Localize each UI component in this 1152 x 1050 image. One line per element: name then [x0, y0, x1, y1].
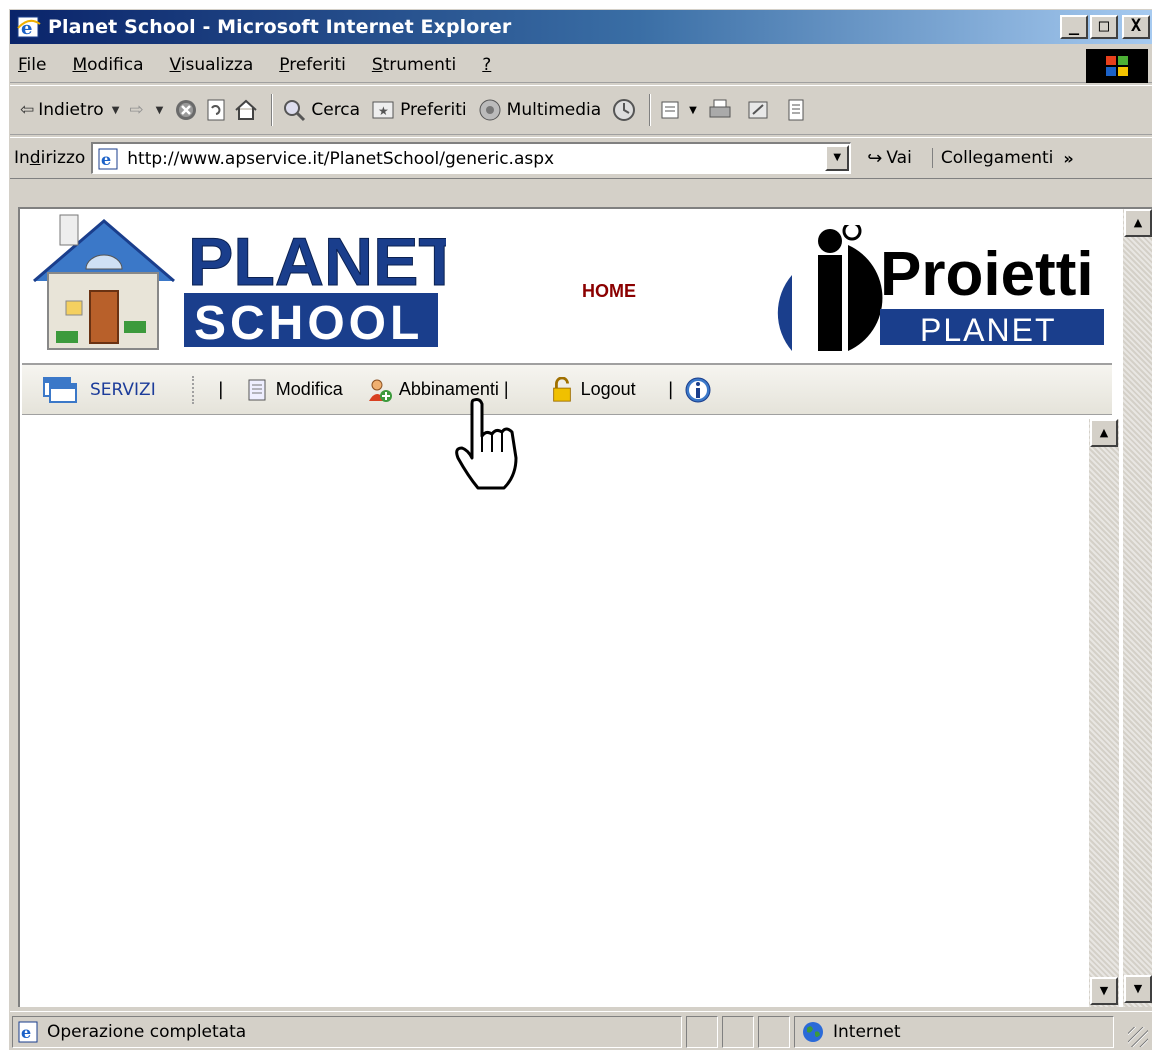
history-icon[interactable] — [611, 97, 637, 123]
status-cell — [758, 1015, 790, 1048]
back-button[interactable]: ⇦ Indietro ▼ — [20, 100, 119, 120]
svg-text:e: e — [101, 150, 111, 169]
back-arrow-icon: ⇦ — [20, 100, 35, 120]
proietti-planet-logo[interactable]: Proietti PLANET — [762, 225, 1112, 355]
go-button[interactable]: ↪ Vai — [867, 148, 912, 169]
planet-school-logo[interactable]: PLANET SCHOOL — [26, 211, 446, 361]
menu-modifica[interactable]: Modifica — [72, 55, 143, 75]
home-link[interactable]: HOME — [582, 281, 636, 302]
svg-text:Proietti: Proietti — [880, 240, 1094, 309]
stop-icon[interactable] — [173, 97, 199, 123]
page-icon: e — [18, 1021, 38, 1042]
chevron-down-icon[interactable]: ▼ — [689, 105, 697, 116]
security-zone: Internet — [794, 1015, 1114, 1048]
address-label: Indirizzo — [14, 148, 86, 168]
windows-logo-icon — [1086, 49, 1148, 83]
svg-text:PLANET: PLANET — [188, 224, 446, 300]
scroll-up-button[interactable]: ▲ — [1090, 419, 1118, 447]
globe-icon — [803, 1021, 823, 1042]
minimize-button[interactable]: _ — [1060, 15, 1088, 39]
status-cell — [722, 1015, 754, 1048]
url-text: http://www.apservice.it/PlanetSchool/gen… — [127, 148, 555, 169]
nav-separator: | — [667, 379, 674, 400]
document-icon — [248, 379, 266, 400]
refresh-icon[interactable] — [203, 97, 229, 123]
site-nav: SERVIZI | Modifica Abbinamenti | Logout … — [22, 365, 1112, 415]
ie-icon: e — [17, 16, 41, 39]
maximize-button[interactable]: □ — [1090, 15, 1118, 39]
menu-preferiti[interactable]: Preferiti — [279, 55, 346, 75]
browser-window: e Planet School - Microsoft Internet Exp… — [8, 8, 1152, 1050]
logout-link[interactable]: Logout — [549, 376, 636, 403]
media-button[interactable]: Multimedia — [477, 97, 601, 123]
standard-toolbar: ⇦ Indietro ▼ ⇨ ▼ Cerca ★ Preferiti Multi… — [10, 85, 1152, 135]
hand-cursor-icon — [455, 398, 518, 490]
favorites-button[interactable]: ★ Preferiti — [370, 97, 467, 123]
servizi-menu[interactable]: SERVIZI — [42, 376, 156, 404]
outer-scrollbar[interactable]: ▲ ▼ — [1123, 209, 1152, 1007]
menu-file[interactable]: File — [18, 55, 46, 75]
chevron-right-icon[interactable]: » — [1063, 149, 1073, 168]
scroll-down-button[interactable]: ▼ — [1124, 975, 1152, 1003]
discuss-icon[interactable] — [783, 97, 809, 123]
media-icon — [479, 99, 501, 121]
svg-text:SCHOOL: SCHOOL — [194, 297, 423, 350]
address-bar: Indirizzo e http://www.apservice.it/Plan… — [10, 137, 1152, 179]
windows-icon — [43, 376, 77, 403]
modifica-link[interactable]: Modifica — [244, 377, 343, 403]
toolbar-separator — [649, 94, 652, 126]
site-header: PLANET SCHOOL HOME Proietti PLANET — [22, 211, 1112, 365]
forward-arrow-icon: ⇨ — [129, 100, 144, 120]
chevron-down-icon: ▼ — [155, 104, 164, 116]
page-viewport: ▲ ▼ PLANET SCHOOL HOME Proietti PLANET S… — [18, 207, 1152, 1007]
menu-help[interactable]: ? — [482, 55, 491, 75]
status-text-panel: e Operazione completata — [12, 1015, 682, 1048]
close-button[interactable]: X — [1122, 15, 1150, 39]
status-text: Operazione completata — [47, 1021, 247, 1042]
mail-icon[interactable] — [659, 97, 685, 123]
scroll-down-button[interactable]: ▼ — [1090, 977, 1118, 1005]
links-button[interactable]: Collegamenti — [931, 148, 1053, 168]
chevron-down-icon: ▼ — [111, 104, 120, 116]
nav-separator: | — [217, 379, 224, 400]
title-bar: e Planet School - Microsoft Internet Exp… — [10, 10, 1152, 44]
status-cell — [686, 1015, 718, 1048]
toolbar-separator — [271, 94, 274, 126]
search-button[interactable]: Cerca — [281, 97, 360, 123]
menu-visualizza[interactable]: Visualizza — [170, 55, 254, 75]
favorites-icon: ★ — [372, 101, 394, 119]
menu-strumenti[interactable]: Strumenti — [372, 55, 456, 75]
forward-button[interactable]: ⇨ ▼ — [129, 100, 163, 120]
svg-text:e: e — [21, 1023, 31, 1042]
search-icon — [284, 100, 306, 122]
edit-icon[interactable] — [745, 97, 771, 123]
window-controls: _ □ X — [1060, 15, 1150, 39]
inner-scrollbar[interactable]: ▲ ▼ — [1089, 419, 1119, 1007]
window-title: Planet School - Microsoft Internet Explo… — [48, 16, 512, 38]
toolbar-grip — [191, 375, 196, 404]
menu-bar: File Modifica Visualizza Preferiti Strum… — [10, 47, 1152, 83]
page-icon: e — [98, 148, 118, 169]
go-arrow-icon: ↪ — [867, 147, 883, 169]
address-input[interactable]: e http://www.apservice.it/PlanetSchool/g… — [91, 142, 852, 174]
address-dropdown-button[interactable]: ▼ — [825, 145, 850, 171]
status-bar: e Operazione completata Internet — [10, 1011, 1152, 1050]
resize-grip[interactable] — [1128, 1027, 1148, 1047]
add-user-icon — [368, 379, 392, 402]
print-icon[interactable] — [707, 97, 733, 123]
scroll-up-button[interactable]: ▲ — [1124, 209, 1152, 237]
svg-text:PLANET: PLANET — [920, 312, 1056, 348]
home-icon[interactable] — [233, 97, 259, 123]
lock-icon — [552, 376, 571, 402]
svg-text:★: ★ — [378, 104, 389, 118]
info-icon[interactable] — [684, 376, 712, 404]
